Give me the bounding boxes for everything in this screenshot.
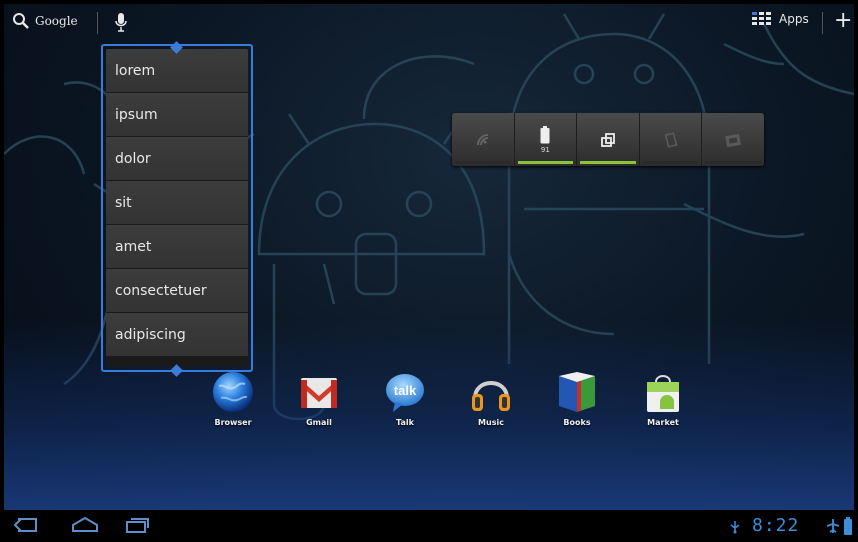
svg-text:talk: talk xyxy=(394,383,417,398)
add-widget-button[interactable]: + xyxy=(834,10,852,32)
list-item[interactable]: amet xyxy=(106,225,248,269)
list-item[interactable]: consectetuer xyxy=(106,269,248,313)
talk-icon: talk xyxy=(386,374,424,412)
list-widget[interactable]: lorem ipsum dolor sit amet consectetuer … xyxy=(101,44,253,372)
app-label: Books xyxy=(563,418,591,427)
app-shortcuts: Browser Gmail talk Talk Music Books Mark… xyxy=(190,370,706,427)
battery-status[interactable] xyxy=(844,517,852,539)
sync-indicator xyxy=(642,161,699,164)
battery-indicator xyxy=(517,161,574,164)
back-button[interactable] xyxy=(12,516,38,538)
apps-grid-icon xyxy=(752,12,771,25)
screen-rotation-icon xyxy=(601,132,615,147)
wifi-toggle-button[interactable] xyxy=(452,113,515,166)
market-icon xyxy=(647,375,679,412)
brightness-indicator xyxy=(705,161,761,164)
plus-icon: + xyxy=(834,8,853,33)
usb-status[interactable] xyxy=(728,519,742,538)
apps-label: Apps xyxy=(779,12,809,26)
wifi-icon xyxy=(476,133,488,145)
brightness-icon xyxy=(725,133,742,147)
brightness-toggle-button[interactable] xyxy=(702,113,764,166)
books-shortcut[interactable]: Books xyxy=(534,370,620,427)
list-item[interactable]: lorem xyxy=(106,49,248,93)
books-icon xyxy=(559,372,595,412)
app-label: Market xyxy=(647,418,679,427)
list-item[interactable]: dolor xyxy=(106,137,248,181)
battery-icon xyxy=(540,125,550,143)
search-icon xyxy=(13,13,29,29)
list-item[interactable]: sit xyxy=(106,181,248,225)
battery-status-icon xyxy=(844,517,852,535)
market-shortcut[interactable]: Market xyxy=(620,370,706,427)
list-item[interactable]: adipiscing xyxy=(106,313,248,357)
talk-shortcut[interactable]: talk Talk xyxy=(362,370,448,427)
airplane-icon xyxy=(826,519,840,533)
usb-icon xyxy=(730,521,740,534)
battery-level: 91 xyxy=(540,145,550,154)
back-icon xyxy=(13,518,37,532)
clock[interactable]: 8:22 xyxy=(752,515,799,536)
list-item[interactable]: ipsum xyxy=(106,93,248,137)
power-control-widget: 91 xyxy=(452,113,764,166)
sync-toggle-button[interactable] xyxy=(640,113,703,166)
recent-apps-button[interactable] xyxy=(124,516,150,538)
top-divider xyxy=(822,12,823,34)
google-label: Google xyxy=(35,14,78,28)
screen-rotation-toggle-button[interactable] xyxy=(577,113,640,166)
browser-shortcut[interactable]: Browser xyxy=(190,370,276,427)
music-shortcut[interactable]: Music xyxy=(448,370,534,427)
app-label: Music xyxy=(478,418,504,427)
sync-icon xyxy=(664,131,677,148)
home-button[interactable] xyxy=(70,516,100,538)
top-divider xyxy=(97,12,98,34)
voice-search-button[interactable] xyxy=(115,12,127,36)
airplane-mode-status[interactable] xyxy=(826,518,840,538)
list-widget-content[interactable]: lorem ipsum dolor sit amet consectetuer … xyxy=(106,49,248,367)
app-label: Gmail xyxy=(306,418,332,427)
app-label: Browser xyxy=(214,418,252,427)
wifi-indicator xyxy=(455,161,511,164)
rotation-indicator xyxy=(580,161,636,164)
gmail-icon xyxy=(301,378,337,408)
apps-button[interactable]: Apps xyxy=(752,12,809,26)
battery-status-button[interactable]: 91 xyxy=(515,113,578,166)
music-icon xyxy=(472,381,510,411)
home-icon xyxy=(72,516,98,532)
system-bar: 8:22 xyxy=(0,510,858,542)
microphone-icon xyxy=(115,13,127,32)
gmail-shortcut[interactable]: Gmail xyxy=(276,370,362,427)
google-search-button[interactable]: Google xyxy=(12,12,78,30)
recent-apps-icon xyxy=(126,518,149,533)
browser-icon xyxy=(213,372,253,412)
app-label: Talk xyxy=(396,418,414,427)
